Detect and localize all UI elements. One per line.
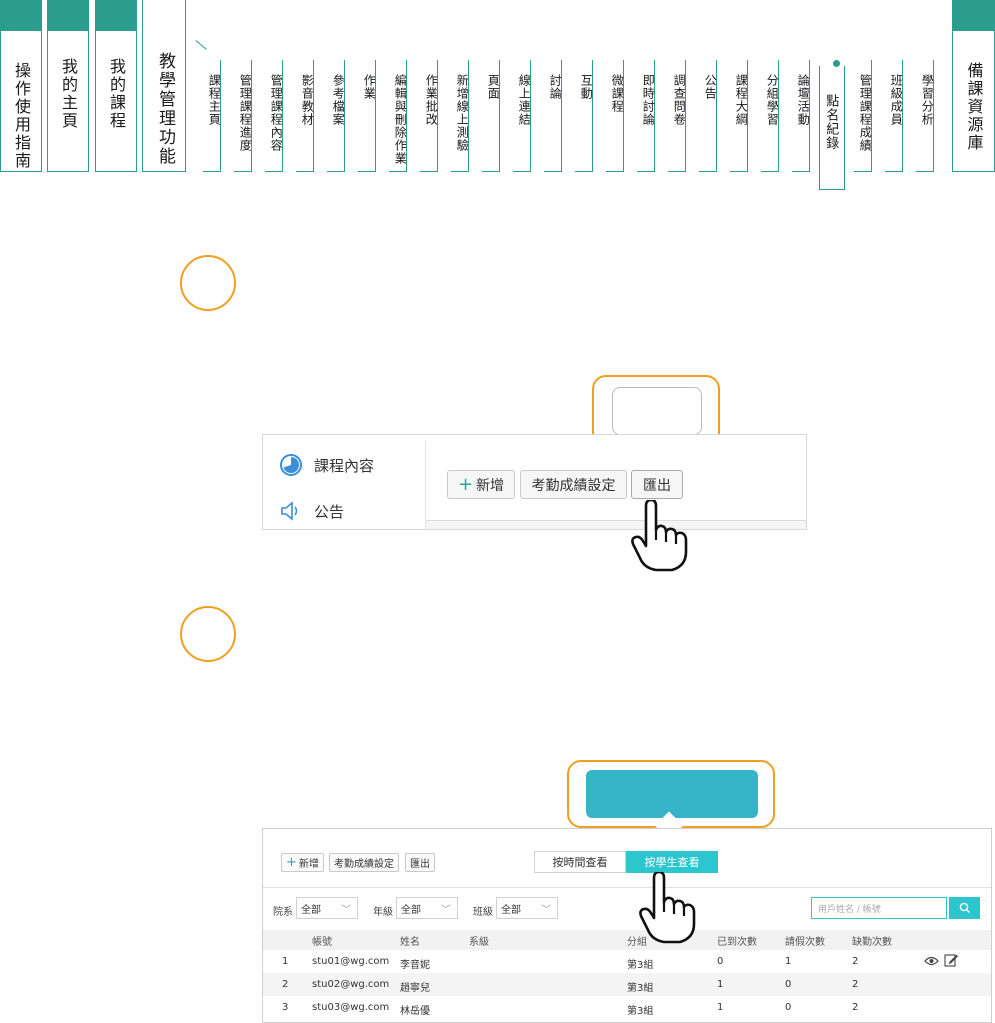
- sub-tab-23[interactable]: 學習分析: [916, 60, 934, 172]
- class-select[interactable]: 全部 ﹀: [496, 897, 558, 919]
- sub-tab-11[interactable]: 討論: [544, 60, 562, 172]
- sub-tab-14[interactable]: 即時討論: [637, 60, 655, 172]
- search-button[interactable]: [949, 897, 980, 919]
- hand-cursor-icon: [639, 872, 696, 944]
- search-icon: [959, 902, 970, 913]
- sub-tab-22[interactable]: 班級成員: [885, 60, 903, 172]
- edit-icon[interactable]: [944, 953, 958, 967]
- export-button[interactable]: 匯出: [631, 470, 683, 499]
- col-present: 已到次數: [717, 937, 757, 948]
- sub-tab-20[interactable]: 點名紀錄: [819, 66, 845, 190]
- hand-cursor-icon: [631, 500, 688, 572]
- sub-tab-21[interactable]: 管理課程成績: [854, 60, 872, 172]
- tab-teaching-management[interactable]: 教學管理功能: [142, 0, 186, 172]
- add-button[interactable]: + 新增: [281, 853, 324, 872]
- attendance-grade-settings-button[interactable]: 考勤成績設定: [520, 470, 627, 499]
- sub-tab-8[interactable]: 新增線上測驗: [451, 60, 469, 172]
- view-toggle: 按時間查看 按學生查看: [534, 851, 718, 873]
- col-account: 帳號: [312, 937, 332, 948]
- view-by-student-tab[interactable]: 按學生查看: [626, 851, 718, 873]
- progress-pie-icon: [280, 454, 302, 476]
- sub-tab-15[interactable]: 調查問卷: [668, 60, 686, 172]
- attendance-grade-settings-button[interactable]: 考勤成績設定: [329, 853, 399, 872]
- tab-my-homepage[interactable]: 我的主頁: [47, 0, 89, 172]
- sub-tab-9[interactable]: 頁面: [482, 60, 500, 172]
- screenshot-course-content: 課程內容 公告 + 新增 考勤成績設定 匯出: [262, 434, 807, 530]
- grade-select[interactable]: 全部 ﹀: [396, 897, 458, 919]
- sub-tab-3[interactable]: 影音教材: [296, 60, 314, 172]
- active-indicator-dot: [833, 60, 840, 67]
- export-button[interactable]: 匯出: [405, 853, 435, 872]
- sub-tab-7[interactable]: 作業批改: [420, 60, 438, 172]
- step-1-marker: [180, 255, 236, 311]
- sub-tab-10[interactable]: 線上連結: [513, 60, 531, 172]
- sub-tab-0[interactable]: 課程主頁: [203, 60, 221, 172]
- sub-tab-12[interactable]: 互動: [575, 60, 593, 172]
- step-2-marker: [180, 606, 236, 662]
- filter-label-class: 班級: [473, 907, 493, 918]
- chevron-down-icon: ﹀: [341, 905, 351, 916]
- col-name: 姓名: [400, 937, 420, 948]
- callout-2-highlight: [586, 770, 758, 818]
- sub-tab-17[interactable]: 課程大綱: [730, 60, 748, 172]
- sidebar-item-announcement[interactable]: 公告: [279, 499, 344, 523]
- screenshot-attendance-by-student: + 新增 考勤成績設定 匯出 按時間查看 按學生查看 院系 全部 ﹀ 年級 全部 ﹀…: [262, 828, 992, 1023]
- sub-tab-4[interactable]: 參考檔案: [327, 60, 345, 172]
- tab-connector: [186, 40, 207, 61]
- chevron-down-icon: ﹀: [441, 905, 451, 916]
- sub-tab-5[interactable]: 作業: [358, 60, 376, 172]
- sidebar-item-course-content[interactable]: 課程內容: [279, 453, 374, 477]
- eye-icon[interactable]: [924, 955, 939, 967]
- filter-label-grade: 年級: [373, 907, 393, 918]
- sub-tab-6[interactable]: 編輯與刪除作業: [389, 60, 407, 172]
- col-dept: 系級: [469, 937, 489, 948]
- speaker-icon: [281, 501, 298, 521]
- col-absent: 缺勤次數: [852, 937, 892, 948]
- sub-tab-13[interactable]: 微課程: [606, 60, 624, 172]
- tab-lesson-resource-library[interactable]: 備課資源庫: [952, 0, 995, 172]
- sub-tab-2[interactable]: 管理課程內容: [265, 60, 283, 172]
- sub-tab-1[interactable]: 管理課程進度: [234, 60, 252, 172]
- sub-tab-19[interactable]: 論壇活動: [792, 60, 810, 172]
- sub-tab-16[interactable]: 公告: [699, 60, 717, 172]
- callout-1-inner-box: [612, 387, 702, 435]
- dept-select[interactable]: 全部 ﹀: [296, 897, 358, 919]
- tab-user-guide[interactable]: 操作使用指南: [0, 0, 42, 172]
- sub-tab-18[interactable]: 分組學習: [761, 60, 779, 172]
- user-search-input[interactable]: 用戶姓名 / 帳號: [811, 897, 947, 919]
- plus-icon: +: [286, 855, 297, 870]
- col-leave: 請假次數: [785, 937, 825, 948]
- view-by-time-tab[interactable]: 按時間查看: [534, 851, 626, 873]
- filter-label-dept: 院系: [273, 907, 293, 918]
- add-button[interactable]: + 新增: [447, 470, 515, 499]
- plus-icon: +: [457, 473, 474, 495]
- tab-my-courses[interactable]: 我的課程: [95, 0, 137, 172]
- chevron-down-icon: ﹀: [541, 905, 551, 916]
